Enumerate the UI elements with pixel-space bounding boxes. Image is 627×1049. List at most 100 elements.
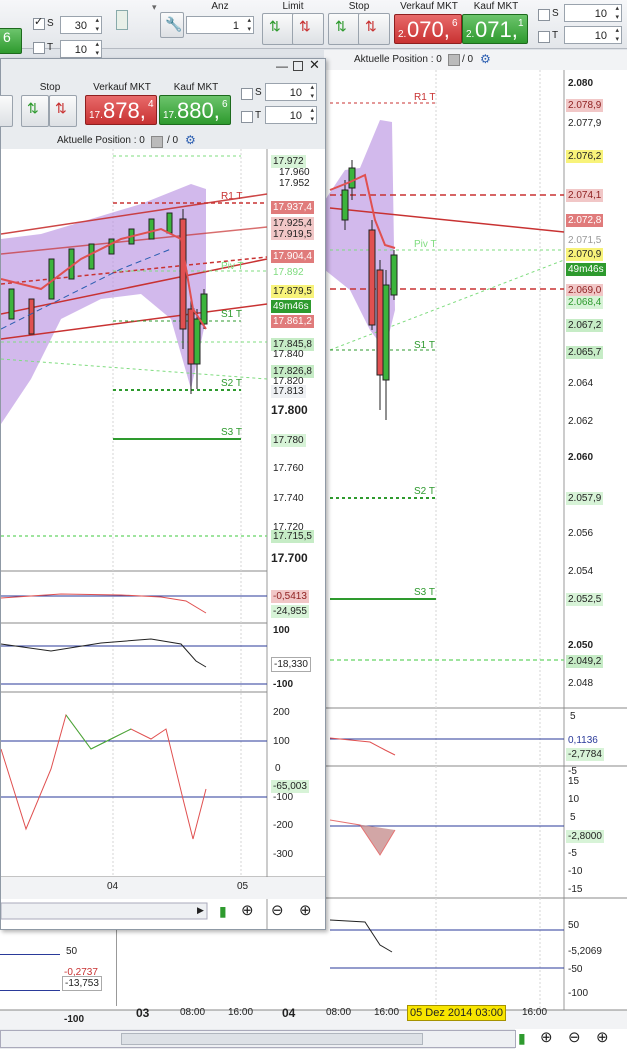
main-tag-2070: 2.070,9 xyxy=(566,248,604,261)
win-stop-label: Stop xyxy=(39,82,61,93)
main-position-gear-icon[interactable]: ⚙ xyxy=(480,52,491,66)
win-x-05: 05 xyxy=(237,881,249,892)
t-checkbox[interactable] xyxy=(538,31,550,43)
main-tag-2072: 2.072,8 xyxy=(566,214,604,227)
main-scrollbar-thumb[interactable] xyxy=(121,1033,423,1045)
win-t-checkbox[interactable] xyxy=(241,111,253,123)
win-tag-17715: 17.715,5 xyxy=(271,530,314,543)
win-tag-17879: 17.879,5 xyxy=(271,285,314,298)
s-label: S xyxy=(552,8,559,19)
main-ind2-m5: -5 xyxy=(568,848,577,859)
main-ind3-m100: -100 xyxy=(568,988,589,999)
win-tag-17904: 17.904,4 xyxy=(271,250,314,263)
main-x-1600b: 16:00 xyxy=(374,1007,400,1018)
s-spinner[interactable]: 10 xyxy=(564,4,622,22)
left-t-spinner[interactable]: 10 xyxy=(60,40,102,58)
window-close-icon[interactable]: ✕ xyxy=(309,57,320,73)
floating-chart-window[interactable]: — ✕ Stop ⇅ ⇅ Verkauf MKT 17. 878, 4 Kauf… xyxy=(0,57,326,930)
win-bar-chart-icon[interactable]: ▮ xyxy=(219,903,227,920)
main-axis-2054: 2.054 xyxy=(568,566,594,577)
left-s-label: S xyxy=(47,18,54,29)
main-fit-zoom-icon[interactable]: ⊕ xyxy=(540,1028,553,1046)
win-position-sep: / 0 xyxy=(167,135,179,146)
left-t-label: T xyxy=(47,42,54,53)
left-bottom-m100: -100 xyxy=(64,1014,85,1025)
main-axis-2056: 2.056 xyxy=(568,528,594,539)
win-stop-sell-icon[interactable]: ⇅ xyxy=(49,95,77,127)
left-s-checkbox[interactable]: ✓ xyxy=(33,16,45,30)
win-buy-button[interactable]: 17. 880, 6 xyxy=(159,95,231,125)
win-buy-sup: 6 xyxy=(222,99,228,110)
main-ind2-m10: -10 xyxy=(568,866,583,877)
wrench-icon[interactable]: 🔧 xyxy=(160,12,184,38)
win-buy-label: Kauf MKT xyxy=(173,82,219,93)
collapse-arrow-icon[interactable]: ▾ xyxy=(152,2,157,13)
stop-label: Stop xyxy=(348,1,370,12)
win-ind2-v: -18,330 xyxy=(271,657,311,672)
left-bottom-50: 50 xyxy=(66,946,78,957)
win-s-label: S xyxy=(255,87,262,98)
window-minimize-icon[interactable]: — xyxy=(276,59,288,73)
win-scroll-right-icon[interactable]: ▶ xyxy=(197,905,204,916)
win-sell-button[interactable]: 17. 878, 4 xyxy=(85,95,157,125)
win-stop-buy-icon[interactable]: ⇅ xyxy=(21,95,49,127)
s-checkbox[interactable] xyxy=(538,9,550,21)
win-stop-prev-icon[interactable] xyxy=(0,95,13,127)
win-s-checkbox[interactable] xyxy=(241,88,253,100)
left-bottom-v2: -13,753 xyxy=(62,976,102,991)
main-ind3-m50: -50 xyxy=(568,964,583,975)
main-tag-2071: 2.071,5 xyxy=(568,235,602,246)
win-tag-17919: 17.919,5 xyxy=(271,229,314,240)
sell-mkt-label: Verkauf MKT xyxy=(400,1,458,12)
t-spinner[interactable]: 10 xyxy=(564,26,622,44)
limit-sell-icon[interactable]: ⇅ xyxy=(292,13,324,45)
main-x-1600a: 16:00 xyxy=(228,1007,254,1018)
left-expand-icon[interactable] xyxy=(116,10,128,30)
main-x-03: 03 xyxy=(136,1006,150,1020)
win-ind1-v1: -0,5413 xyxy=(271,590,309,603)
win-tag-17937: 17.937,4 xyxy=(271,201,314,214)
stop-buy-icon[interactable]: ⇅ xyxy=(328,13,360,45)
main-ind1-v1: 0,1136 xyxy=(568,735,598,746)
main-bar-chart-icon[interactable]: ▮ xyxy=(518,1030,526,1047)
left-partial-price-sup: 6 xyxy=(3,29,11,45)
main-scrollbar[interactable] xyxy=(0,1030,516,1048)
anz-spinner[interactable]: 1 xyxy=(186,16,254,34)
main-position-sep: / 0 xyxy=(462,54,474,65)
win-zoom-in-icon[interactable]: ⊕ xyxy=(299,901,312,919)
main-s3-label: S3 T xyxy=(414,587,435,598)
win-position-gear-icon[interactable]: ⚙ xyxy=(185,133,196,147)
t-label: T xyxy=(552,30,559,41)
main-tag-2067: 2.067,2 xyxy=(566,319,604,332)
left-partial-buy-button[interactable]: 6 xyxy=(0,28,22,54)
window-restore-icon[interactable] xyxy=(293,61,303,71)
left-s-spinner[interactable]: 30 xyxy=(60,16,102,34)
main-position-label: Aktuelle Position : 0 xyxy=(354,54,442,65)
main-position-close-icon[interactable] xyxy=(448,54,460,66)
buy-mkt-button[interactable]: 2. 071, 1 xyxy=(462,14,528,44)
limit-buy-icon[interactable]: ⇅ xyxy=(262,13,294,45)
win-zoom-out-icon[interactable]: ⊖ xyxy=(271,901,284,919)
main-ind2-5: 5 xyxy=(570,812,576,823)
limit-label: Limit xyxy=(282,1,304,12)
stop-sell-icon[interactable]: ⇅ xyxy=(358,13,390,45)
main-axis-2062: 2.062 xyxy=(568,416,594,427)
main-zoom-in-icon[interactable]: ⊕ xyxy=(596,1028,609,1046)
win-position-label: Aktuelle Position : 0 xyxy=(57,135,145,146)
win-tag-17892: 17.892 xyxy=(273,267,304,278)
sell-price-sup: 6 xyxy=(452,18,458,29)
main-tag-2078: 2.078,9 xyxy=(566,99,604,112)
main-zoom-out-icon[interactable]: ⊖ xyxy=(568,1028,581,1046)
main-tag-2068: 2.068,4 xyxy=(566,296,604,309)
main-tag-2065: 2.065,7 xyxy=(566,346,604,359)
win-t-spinner[interactable]: 10 xyxy=(265,106,317,124)
win-fit-zoom-icon[interactable]: ⊕ xyxy=(241,901,254,919)
sell-mkt-button[interactable]: 2. 070, 6 xyxy=(394,14,462,44)
win-axis-17740: 17.740 xyxy=(273,493,304,504)
buy-price-prefix: 2. xyxy=(466,29,475,40)
win-ind3-100: 100 xyxy=(273,736,290,747)
sell-price-main: 070, xyxy=(407,17,450,42)
left-t-checkbox[interactable] xyxy=(33,42,45,54)
win-position-close-icon[interactable] xyxy=(151,136,163,148)
win-s-spinner[interactable]: 10 xyxy=(265,83,317,101)
